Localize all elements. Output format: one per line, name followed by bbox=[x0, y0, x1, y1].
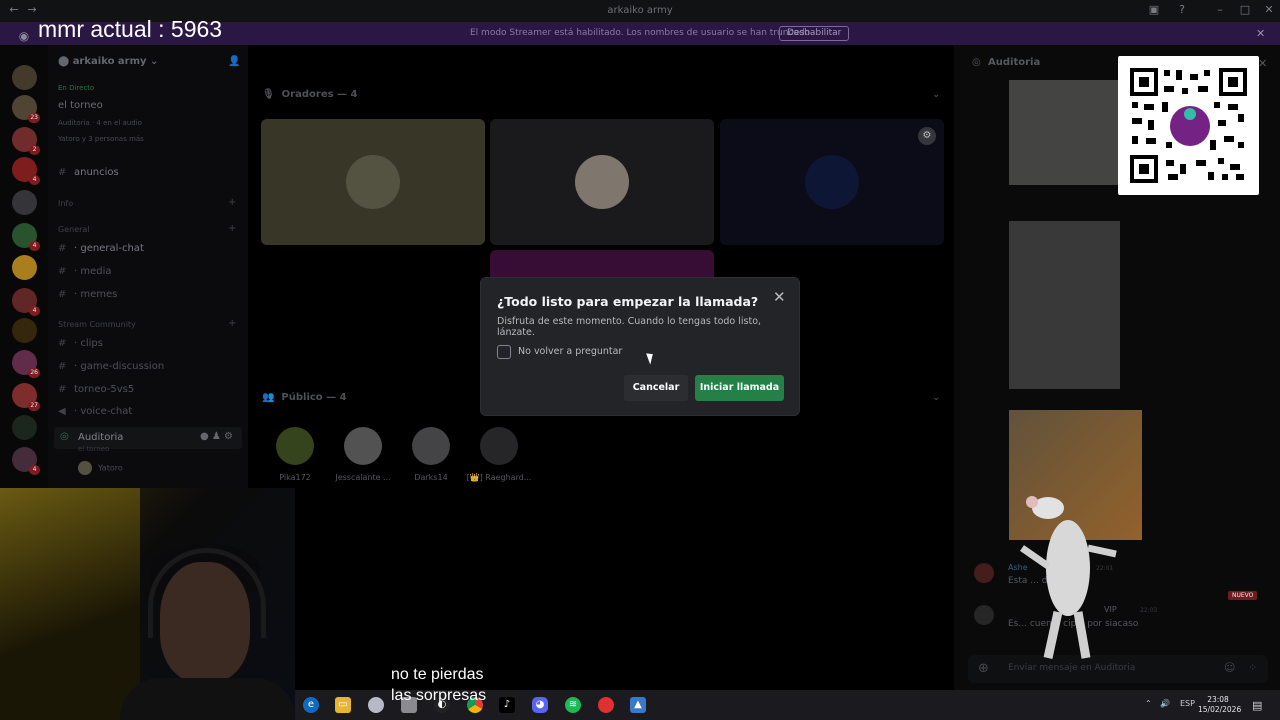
file-explorer-icon[interactable]: ▭ bbox=[335, 697, 351, 713]
dialog-title: ¿Todo listo para empezar la llamada? bbox=[497, 294, 759, 309]
discord-icon[interactable]: ◕ bbox=[532, 697, 548, 713]
start-call-button[interactable]: Iniciar llamada bbox=[695, 375, 784, 401]
window-title: arkaiko army bbox=[607, 5, 673, 16]
webcam-person-shirt bbox=[120, 678, 295, 720]
app-icon[interactable] bbox=[368, 697, 384, 713]
webcam-overlay bbox=[0, 488, 295, 720]
close-icon[interactable]: ✕ bbox=[773, 288, 786, 306]
mmr-overlay: mmr actual : 5963 bbox=[38, 16, 223, 42]
tiktok-icon[interactable]: ♪ bbox=[499, 697, 515, 713]
banner-message: El modo Streamer está habilitado. Los no… bbox=[470, 28, 813, 38]
photos-icon[interactable]: ▲ bbox=[630, 697, 646, 713]
close-window-button[interactable]: ✕ bbox=[1259, 3, 1279, 19]
dont-ask-label[interactable]: No volver a preguntar bbox=[518, 346, 622, 357]
banner-close-icon[interactable]: ✕ bbox=[1256, 27, 1265, 40]
dialog-description: Disfruta de este momento. Cuando lo teng… bbox=[497, 316, 762, 338]
disable-streamer-button[interactable]: Deshabilitar bbox=[779, 26, 850, 41]
inbox-icon[interactable]: ▣ bbox=[1144, 3, 1164, 19]
yape-qr-code bbox=[1118, 56, 1259, 195]
dancing-mouse-overlay bbox=[1020, 496, 1117, 659]
qr-code-image bbox=[1130, 68, 1247, 183]
help-icon[interactable]: ? bbox=[1172, 3, 1192, 19]
tray-chevron-icon[interactable]: ⌃ bbox=[1145, 699, 1152, 708]
spotify-icon[interactable]: ≋ bbox=[565, 697, 581, 713]
dont-ask-checkbox[interactable] bbox=[497, 345, 511, 359]
taskbar-clock[interactable]: 23:08 15/02/2026 bbox=[1198, 695, 1241, 715]
notifications-icon[interactable]: ▤ bbox=[1252, 699, 1262, 712]
volume-icon[interactable]: 🔊 bbox=[1160, 699, 1170, 708]
stream-subtitle: no te pierdas las sorpresas bbox=[391, 666, 487, 704]
webcam-background bbox=[0, 488, 140, 720]
cancel-button[interactable]: Cancelar bbox=[624, 375, 688, 401]
app-icon[interactable] bbox=[598, 697, 614, 713]
discord-home-icon[interactable]: ◉ bbox=[14, 29, 34, 43]
minimize-button[interactable]: – bbox=[1210, 3, 1230, 19]
language-indicator[interactable]: ESP bbox=[1180, 699, 1195, 708]
start-call-dialog: ¿Todo listo para empezar la llamada? ✕ D… bbox=[480, 277, 800, 416]
webcam-person-face bbox=[160, 562, 250, 682]
edge-icon[interactable]: e bbox=[303, 697, 319, 713]
maximize-button[interactable]: □ bbox=[1235, 3, 1255, 19]
